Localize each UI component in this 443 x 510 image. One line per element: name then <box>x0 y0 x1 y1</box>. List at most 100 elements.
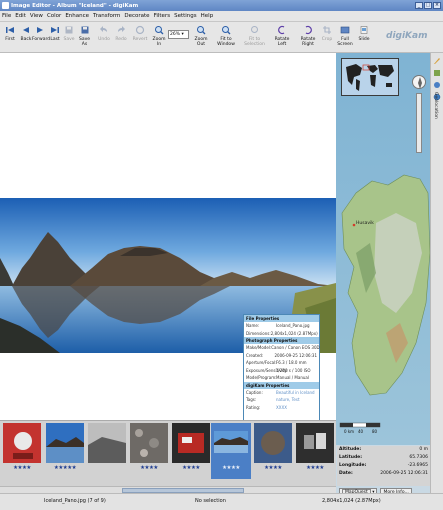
window-title: Image Editor - Album "Iceland" - digiKam <box>11 2 139 9</box>
map-scale-80: 80 <box>372 429 378 434</box>
redo-button[interactable]: Redo <box>114 24 128 52</box>
menu-bar: File Edit View Color Enhance Transform D… <box>0 11 443 22</box>
caption-key: Caption: <box>246 389 263 395</box>
close-button[interactable]: × <box>433 2 441 9</box>
save-as-label: Save As <box>78 37 91 47</box>
zoom-out-button[interactable]: Zoom Out <box>191 24 211 52</box>
zoom-combobox[interactable]: 26% ▾ <box>168 30 189 39</box>
longitude-value: -23.6965 <box>407 463 428 468</box>
sidebar-tabs <box>430 53 443 499</box>
slide-button[interactable]: Slide <box>357 24 371 52</box>
metadata-tab-icon[interactable] <box>433 69 441 77</box>
forward-button[interactable]: Forward <box>32 24 50 52</box>
zoom-in-button[interactable]: Zoom In <box>150 24 168 52</box>
thumbnail-scrollbar[interactable] <box>0 486 336 493</box>
save-as-button[interactable]: Save As <box>76 24 93 52</box>
save-label: Save <box>63 37 75 42</box>
mode-value: Manual / Manual <box>276 375 309 380</box>
fit-selection-label: Fit to Selection <box>244 37 265 47</box>
back-icon <box>23 27 29 33</box>
undo-button[interactable]: Undo <box>97 24 111 52</box>
thumbnail-item[interactable]: ★★★★ <box>2 423 42 479</box>
fit-window-icon <box>222 26 231 35</box>
altitude-value: 0 m <box>419 447 428 452</box>
zoom-value: 26% <box>170 32 181 37</box>
minimize-button[interactable]: _ <box>415 2 423 9</box>
compass-icon <box>418 77 422 89</box>
map-location-label: Husavik <box>356 221 374 226</box>
first-label: First <box>5 37 15 42</box>
save-icon <box>65 26 73 34</box>
menu-help[interactable]: Help <box>201 13 214 19</box>
digikam-properties-header: digiKam Properties <box>244 381 319 389</box>
thumbnail-item[interactable]: ★★★★ <box>253 423 293 479</box>
name-key: Name: <box>246 323 260 328</box>
crop-label: Crop <box>321 37 333 42</box>
longitude-label: Longitude: <box>339 463 367 468</box>
menu-file[interactable]: File <box>2 13 11 19</box>
menu-edit[interactable]: Edit <box>15 13 26 19</box>
thumbnail-image <box>212 423 250 463</box>
thumbnail-image <box>88 423 126 463</box>
geolocation-map[interactable]: Husavik 0 km 40 80 <box>336 53 430 445</box>
thumbnail-item[interactable]: ★★★★ <box>171 423 211 479</box>
make-value: Canon / Canon EOS 30D <box>271 345 320 350</box>
thumbnail-item[interactable]: ★★★★ <box>295 423 335 479</box>
rotate-right-icon <box>305 25 312 35</box>
menu-settings[interactable]: Settings <box>174 13 197 19</box>
last-label: Last <box>50 37 60 42</box>
menu-transform[interactable]: Transform <box>93 13 120 19</box>
fit-to-window-button[interactable]: Fit to Window <box>212 24 240 52</box>
status-file: Iceland_Pano.jpg (7 of 9) <box>44 498 106 504</box>
zoom-in-icon <box>155 26 164 35</box>
world-minimap[interactable] <box>341 58 399 96</box>
map-pan-control[interactable] <box>412 75 426 89</box>
make-key: Make/Model: <box>246 345 272 350</box>
menu-view[interactable]: View <box>30 13 43 19</box>
last-button[interactable]: Last <box>48 24 62 52</box>
app-icon <box>2 2 9 9</box>
first-button[interactable]: First <box>2 24 18 52</box>
menu-color[interactable]: Color <box>47 13 61 19</box>
menu-decorate[interactable]: Decorate <box>124 13 149 19</box>
maximize-button[interactable]: □ <box>424 2 432 9</box>
thumbnail-image <box>3 423 41 463</box>
fit-to-selection-button[interactable]: Fit to Selection <box>241 24 268 52</box>
first-icon <box>6 27 14 33</box>
status-selection: No selection <box>195 498 226 504</box>
caption-value: Beautiful in Iceland <box>276 389 315 395</box>
map-scale-0: 0 km <box>344 429 355 434</box>
thumbnail-bar: ★★★★ ★★★★★ ★★★★ ★★★★ ★★★★ ★★★★ ★★★★ <box>0 420 336 486</box>
menu-enhance[interactable]: Enhance <box>65 13 89 19</box>
created-value: 2006-09-25 12:06:31 <box>274 352 317 358</box>
thumbnail-item[interactable]: ★★★★★ <box>45 423 85 479</box>
redo-icon <box>118 26 125 32</box>
exposure-key: Exposure/Sensitivity: <box>246 367 288 373</box>
file-properties-header: File Properties <box>244 315 319 322</box>
full-screen-button[interactable]: Full Screen <box>334 24 356 52</box>
properties-tab-icon[interactable] <box>433 57 441 65</box>
rotate-left-button[interactable]: Rotate Left <box>270 24 294 52</box>
thumbnail-item[interactable]: ★★★★ <box>129 423 169 479</box>
map-zoom-slider[interactable] <box>416 93 422 153</box>
revert-icon <box>135 25 145 35</box>
latitude-value: 65.7306 <box>409 455 428 460</box>
menu-filters[interactable]: Filters <box>154 13 171 19</box>
gps-info-panel: Altitude: 0 m Latitude: 65.7306 Longitude:… <box>337 446 430 486</box>
thumbnail-item-selected[interactable]: ★★★★ <box>211 423 251 479</box>
back-label: Back <box>20 37 32 42</box>
save-as-icon <box>81 26 88 34</box>
thumbnail-rating: ★★★★★ <box>53 465 77 471</box>
save-button[interactable]: Save <box>63 24 75 52</box>
map-scale-40: 40 <box>358 429 364 434</box>
thumbnail-item[interactable] <box>87 423 127 479</box>
crop-button[interactable]: Crop <box>321 24 333 52</box>
rotate-right-button[interactable]: Rotate Right <box>295 24 321 52</box>
revert-button[interactable]: Revert <box>132 24 148 52</box>
colors-tab-icon[interactable] <box>433 81 441 89</box>
status-bar: Iceland_Pano.jpg (7 of 9) No selection 2… <box>0 493 443 510</box>
tags-value: nature, Test <box>276 397 300 402</box>
undo-icon <box>100 26 107 32</box>
geolocation-tab[interactable]: Geolocation <box>433 92 438 119</box>
last-icon <box>51 27 59 33</box>
